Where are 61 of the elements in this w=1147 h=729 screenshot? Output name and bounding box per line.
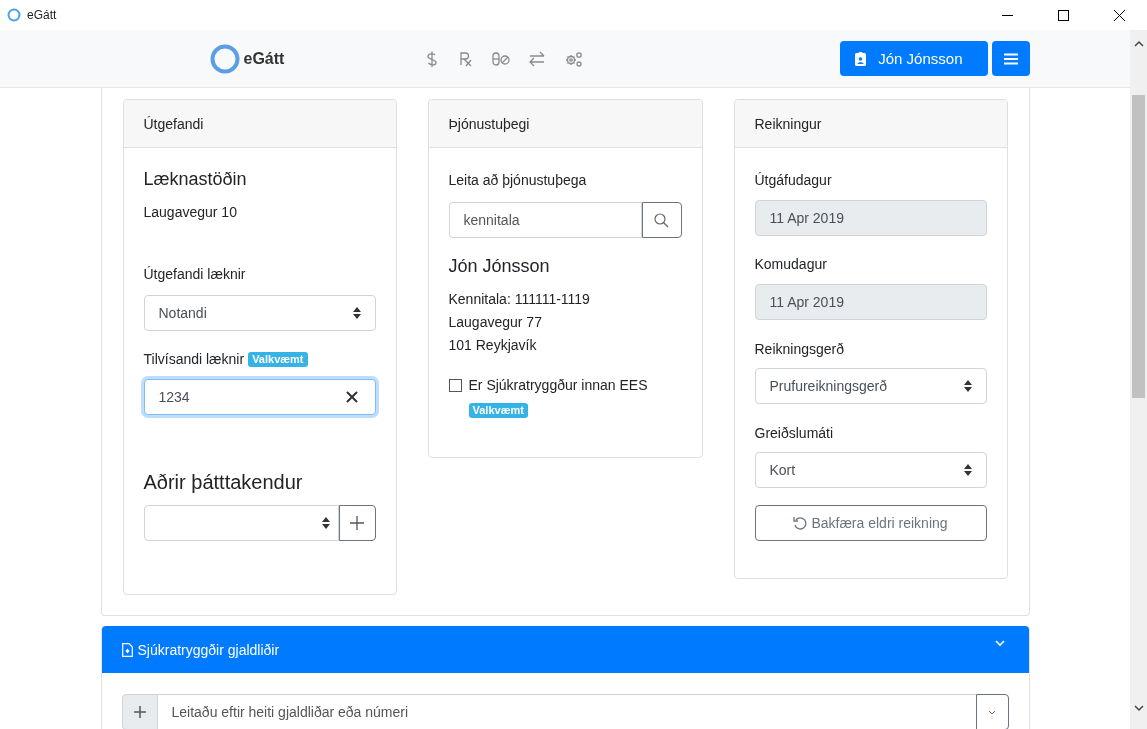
add-button[interactable] [338, 505, 376, 541]
scroll-up-icon[interactable] [1133, 40, 1144, 47]
pills-icon[interactable] [492, 49, 511, 68]
dropdown[interactable]: Notandi [143, 295, 376, 331]
close-icon[interactable] [1113, 9, 1125, 21]
field-label: Greiðslumáti [754, 424, 835, 443]
scroll-down-icon[interactable] [1133, 705, 1144, 712]
patient-detail: Laugavegur 77 [448, 313, 543, 332]
optional-badge: Valkvæmt [468, 403, 528, 418]
plus-icon [350, 516, 364, 530]
date-field[interactable]: 11 Apr 2019 [754, 284, 987, 320]
field-label: Komudagur [754, 255, 828, 274]
app-logo-icon [7, 8, 21, 22]
search-icon [654, 212, 669, 228]
window-title: eGátt [27, 8, 57, 22]
plus-icon [133, 706, 146, 718]
id-badge-icon [854, 51, 866, 66]
exchange-arrows-icon[interactable] [528, 49, 547, 68]
clinic-name: Læknastöðin [143, 168, 248, 190]
card-header: Þjónustuþegi [428, 100, 702, 148]
maximize-icon[interactable] [1057, 9, 1069, 21]
checkbox[interactable] [448, 378, 462, 392]
search-button[interactable] [641, 202, 682, 238]
dropdown-button[interactable] [975, 694, 1009, 729]
field-label: Reikningsgerð [754, 340, 845, 359]
undo-icon [793, 516, 808, 530]
chevron-icon [994, 638, 1005, 647]
menu-button[interactable] [991, 41, 1030, 76]
card-header: Reikningur [734, 100, 1007, 148]
text-field[interactable]: 1234 [143, 379, 376, 415]
reverse-invoice-button[interactable]: Bakfæra eldri reikning [754, 505, 987, 541]
brand-name[interactable]: eGátt [243, 49, 285, 68]
patient-detail: 101 Reykjavík [448, 336, 538, 355]
dropdown[interactable]: Prufureikningsgerð [754, 368, 987, 404]
patient-name: Jón Jónsson [448, 255, 551, 277]
address-text: Laugavegur 10 [143, 203, 238, 222]
clear-icon[interactable] [345, 391, 358, 403]
updown-caret-icon [352, 307, 361, 319]
field-label: Tilvísandi læknir [143, 350, 245, 369]
chevron-down-icon [988, 709, 996, 715]
section-heading: Aðrir þátttakendur [143, 470, 304, 494]
app-logo-icon [209, 43, 240, 74]
patient-detail: Kennitala: 111111-1119 [448, 290, 591, 309]
updown-caret-icon [321, 517, 330, 529]
card-header: Útgefandi [123, 100, 396, 148]
field-label: Útgáfudagur [754, 171, 833, 190]
date-field[interactable]: 11 Apr 2019 [754, 200, 987, 236]
scrollbar-thumb[interactable] [1132, 95, 1145, 398]
optional-badge: Valkvæmt [248, 351, 308, 367]
search-field[interactable]: kennitala [448, 202, 642, 238]
checkbox-label: Er Sjúkratryggður innan EES [468, 376, 648, 395]
updown-caret-icon [963, 464, 972, 476]
gears-icon[interactable] [564, 49, 585, 68]
field-label: Útgefandi læknir [143, 265, 247, 284]
user-button[interactable]: Jón Jónsson [839, 41, 988, 76]
dropdown[interactable]: Kort [754, 452, 987, 488]
field-label: Leita að þjónustuþega [448, 171, 588, 190]
panel-header[interactable]: Sjúkratryggðir gjaldliðir [101, 626, 1029, 673]
updown-caret-icon [963, 380, 972, 392]
menu-icon [1003, 52, 1018, 65]
file-icon [121, 642, 133, 657]
